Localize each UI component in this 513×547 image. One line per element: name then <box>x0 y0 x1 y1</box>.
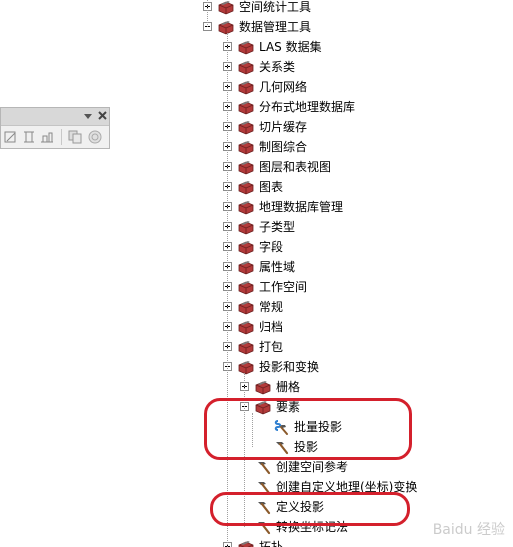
tree-connector-dm <box>227 33 228 547</box>
toolbox-icon <box>255 401 271 415</box>
toolbox-icon <box>238 321 254 335</box>
hammer-tool-icon <box>276 442 289 455</box>
toolbox-icon <box>238 241 254 255</box>
toolbox-icon <box>238 261 254 275</box>
tree-item-label: 图表 <box>259 180 284 194</box>
tool-projection-0[interactable]: 创建空间参考 <box>0 457 513 477</box>
tree-connector-proj <box>244 373 245 527</box>
tree-item-toolset[interactable]: 切片缓存 <box>0 117 513 137</box>
tree-item-label: 投影和变换 <box>259 360 320 374</box>
toolbox-icon <box>238 201 254 215</box>
toolbox-icon <box>238 41 254 55</box>
tree-item-toolset[interactable]: 地理数据库管理 <box>0 197 513 217</box>
toolbox-icon <box>238 301 254 315</box>
toolbox-icon <box>238 121 254 135</box>
tree-item-toolset[interactable]: 关系类 <box>0 57 513 77</box>
tree-item-label: 几何网络 <box>259 80 308 94</box>
hammer-tool-icon <box>258 462 271 475</box>
hammer-tool-icon <box>258 502 271 515</box>
tree-item-label: 定义投影 <box>276 500 325 514</box>
toolbox-icon <box>218 21 234 35</box>
tree-item-toolset[interactable]: 图表 <box>0 177 513 197</box>
tree-item-toolset[interactable]: 打包 <box>0 337 513 357</box>
toolbox-icon <box>238 341 254 355</box>
tree-item-label: 图层和表视图 <box>259 160 332 174</box>
toolbox-icon <box>255 381 271 395</box>
tree-item-label: 打包 <box>259 340 284 354</box>
tree-item-toolset[interactable]: 归档 <box>0 317 513 337</box>
tree-item-label: LAS 数据集 <box>259 40 322 54</box>
tree-item-label: 字段 <box>259 240 284 254</box>
tree-connector-root <box>207 0 208 27</box>
tree-item-label: 投影 <box>294 440 319 454</box>
toolbox-icon <box>238 361 254 375</box>
tree-item-toolset[interactable]: 分布式地理数据库 <box>0 97 513 117</box>
tree-item-label: 转换坐标记法 <box>276 520 349 534</box>
tree-item-label: 空间统计工具 <box>239 0 312 14</box>
toolbox-icon <box>238 221 254 235</box>
toolbox-icon <box>238 61 254 75</box>
tree-item-spatial-statistics[interactable]: 空间统计工具 <box>0 0 513 17</box>
tool-projection-1[interactable]: 创建自定义地理(坐标)变换 <box>0 477 513 497</box>
tree-item-label: 批量投影 <box>294 420 343 434</box>
tree-item-label: 属性域 <box>259 260 296 274</box>
tree-connector-feature <box>252 413 253 447</box>
tree-item-toolset[interactable]: 几何网络 <box>0 77 513 97</box>
toolbox-icon <box>238 281 254 295</box>
tree-item-label: 拓扑 <box>259 540 284 547</box>
tree-item-label: 制图综合 <box>259 140 308 154</box>
tree-item-toolset[interactable]: 图层和表视图 <box>0 157 513 177</box>
tree-item-label: 分布式地理数据库 <box>259 100 356 114</box>
tree-item-toolset[interactable]: 投影和变换 <box>0 357 513 377</box>
tree-item-toolset[interactable]: 属性域 <box>0 257 513 277</box>
tree-item-label: 关系类 <box>259 60 296 74</box>
toolbox-icon <box>238 81 254 95</box>
toolbox-icon <box>238 101 254 115</box>
tree-item-label: 工作空间 <box>259 280 308 294</box>
hammer-tool-icon <box>258 482 271 495</box>
script-tool-icon <box>274 420 288 435</box>
watermark: Baidu 经验 <box>432 522 505 538</box>
tool-project[interactable]: 投影 <box>0 437 513 457</box>
toolbox-icon <box>218 1 234 15</box>
tree-item-toolset[interactable]: 子类型 <box>0 217 513 237</box>
hammer-tool-icon <box>258 522 271 535</box>
toolbox-icon <box>238 541 254 547</box>
tree-item-label: 归档 <box>259 320 284 334</box>
tree-item-label: 子类型 <box>259 220 296 234</box>
tree-item-label: 要素 <box>276 400 301 414</box>
arctoolbox-window: 空间统计工具 数据管理工具 LAS 数据集 关系类几何网络分布式地理数据库 切片缓存制图… <box>0 0 513 547</box>
tree-item-toolset[interactable]: 字段 <box>0 237 513 257</box>
tree-item-label: 创建空间参考 <box>276 460 349 474</box>
toolbox-icon <box>238 141 254 155</box>
tree-item-toolset[interactable]: 常规 <box>0 297 513 317</box>
tree-item-label: 数据管理工具 <box>239 20 312 34</box>
tree-item-label: 栅格 <box>276 380 301 394</box>
tree-item-toolset[interactable]: LAS 数据集 <box>0 37 513 57</box>
tree-item-feature[interactable]: 要素 <box>0 397 513 417</box>
tree-item-toolset[interactable]: 制图综合 <box>0 137 513 157</box>
tree-item-toolset[interactable]: 工作空间 <box>0 277 513 297</box>
tree-item-label: 切片缓存 <box>259 120 308 134</box>
tree-item-raster[interactable]: 栅格 <box>0 377 513 397</box>
tree-item-label: 创建自定义地理(坐标)变换 <box>276 480 418 494</box>
toolbox-icon <box>238 161 254 175</box>
toolbox-icon <box>238 181 254 195</box>
tree-item-label: 常规 <box>259 300 284 314</box>
tool-projection-2[interactable]: 定义投影 <box>0 497 513 517</box>
tree-item-label: 地理数据库管理 <box>259 200 344 214</box>
tool-batch-project[interactable]: 批量投影 <box>0 417 513 437</box>
tree-item-data-management[interactable]: 数据管理工具 <box>0 17 513 37</box>
